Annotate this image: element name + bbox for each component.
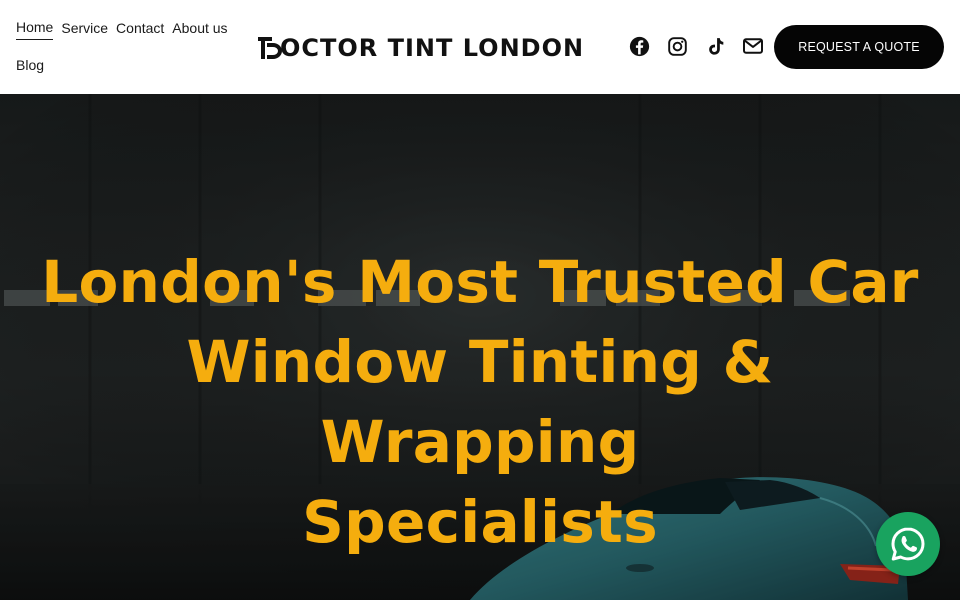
site-logo[interactable]: OCTOR TINT LONDON <box>256 33 584 63</box>
main-nav: Home Service Contact About us Blog <box>16 16 246 79</box>
whatsapp-chat-button[interactable] <box>876 512 940 576</box>
hero-section: London's Most Trusted Car Window Tinting… <box>0 94 960 600</box>
request-quote-button[interactable]: REQUEST A QUOTE <box>774 25 944 69</box>
hero-title-line-2: Window Tinting & Wrapping <box>186 328 774 476</box>
nav-row-1: Home Service Contact About us <box>16 16 246 42</box>
instagram-icon[interactable] <box>666 35 688 57</box>
logo-monogram <box>256 34 286 62</box>
logo-text: OCTOR TINT LONDON <box>280 34 585 62</box>
nav-about-us[interactable]: About us <box>172 19 227 40</box>
mail-icon[interactable] <box>742 35 764 57</box>
social-links <box>628 35 764 57</box>
nav-contact[interactable]: Contact <box>116 19 164 40</box>
hero-title-line-3: Specialists <box>302 488 658 556</box>
nav-home[interactable]: Home <box>16 18 54 40</box>
nav-service[interactable]: Service <box>61 19 108 40</box>
facebook-icon[interactable] <box>628 35 650 57</box>
tiktok-icon[interactable] <box>704 35 726 57</box>
nav-blog[interactable]: Blog <box>16 56 44 77</box>
nav-row-2: Blog <box>16 53 246 79</box>
whatsapp-icon <box>891 527 925 561</box>
hero-title-line-1: London's Most Trusted Car <box>41 248 919 316</box>
site-header: Home Service Contact About us Blog OCTOR… <box>0 0 960 94</box>
hero-title: London's Most Trusted Car Window Tinting… <box>40 242 920 562</box>
